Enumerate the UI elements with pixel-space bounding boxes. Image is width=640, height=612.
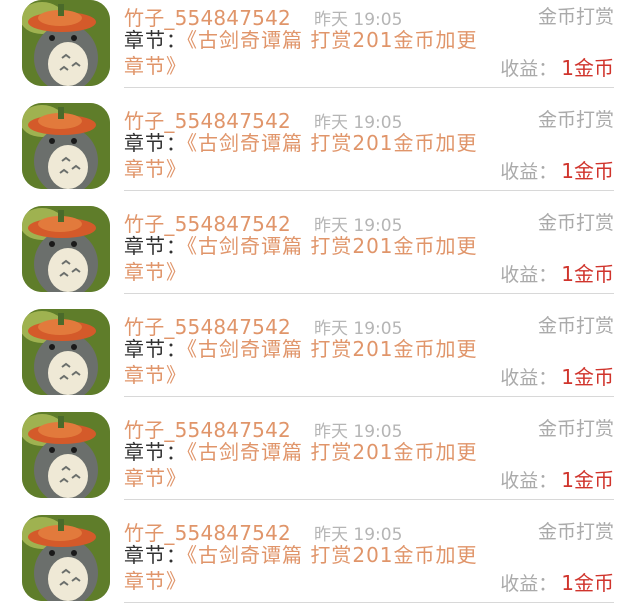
chapter-info: 章节：《古剑奇谭篇 打赏201金币加更章节》	[124, 439, 484, 491]
avatar[interactable]	[22, 515, 110, 601]
earnings-amount: 1金币	[561, 56, 614, 80]
earnings: 收益： 1金币	[500, 567, 614, 596]
totoro-figure-icon	[22, 0, 110, 86]
chapter-label: 章节：	[124, 337, 187, 361]
earnings-label: 收益：	[500, 58, 558, 80]
earnings-amount: 1金币	[561, 468, 614, 492]
totoro-figure-icon	[22, 412, 110, 498]
divider	[124, 499, 614, 500]
divider	[124, 87, 614, 88]
reward-type: 金币打赏	[537, 6, 614, 28]
chapter-info: 章节：《古剑奇谭篇 打赏201金币加更章节》	[124, 27, 484, 79]
earnings-label: 收益：	[500, 264, 558, 286]
reward-type: 金币打赏	[537, 315, 614, 337]
list-item[interactable]: 竹子_554847542 昨天 19:05 金币打赏 章节：《古剑奇谭篇 打赏2…	[0, 406, 640, 509]
chapter-label: 章节：	[124, 28, 187, 52]
earnings-label: 收益：	[500, 573, 558, 595]
earnings-label: 收益：	[500, 367, 558, 389]
totoro-figure-icon	[22, 206, 110, 292]
chapter-info: 章节：《古剑奇谭篇 打赏201金币加更章节》	[124, 233, 484, 285]
avatar[interactable]	[22, 412, 110, 498]
reward-type: 金币打赏	[537, 418, 614, 440]
divider	[124, 602, 614, 603]
list-item[interactable]: 竹子_554847542 昨天 19:05 金币打赏 章节：《古剑奇谭篇 打赏2…	[0, 509, 640, 612]
divider	[124, 396, 614, 397]
chapter-info: 章节：《古剑奇谭篇 打赏201金币加更章节》	[124, 130, 484, 182]
reward-type: 金币打赏	[537, 109, 614, 131]
avatar[interactable]	[22, 206, 110, 292]
chapter-info: 章节：《古剑奇谭篇 打赏201金币加更章节》	[124, 542, 484, 594]
earnings-amount: 1金币	[561, 159, 614, 183]
earnings: 收益： 1金币	[500, 464, 614, 493]
list-item[interactable]: 竹子_554847542 昨天 19:05 金币打赏 章节：《古剑奇谭篇 打赏2…	[0, 97, 640, 200]
totoro-figure-icon	[22, 103, 110, 189]
avatar[interactable]	[22, 103, 110, 189]
earnings: 收益： 1金币	[500, 155, 614, 184]
earnings: 收益： 1金币	[500, 52, 614, 81]
chapter-label: 章节：	[124, 234, 187, 258]
list-item[interactable]: 竹子_554847542 昨天 19:05 金币打赏 章节：《古剑奇谭篇 打赏2…	[0, 0, 640, 97]
earnings: 收益： 1金币	[500, 258, 614, 287]
avatar[interactable]	[22, 309, 110, 395]
earnings-amount: 1金币	[561, 365, 614, 389]
list-item[interactable]: 竹子_554847542 昨天 19:05 金币打赏 章节：《古剑奇谭篇 打赏2…	[0, 200, 640, 303]
reward-type: 金币打赏	[537, 212, 614, 234]
divider	[124, 190, 614, 191]
totoro-figure-icon	[22, 515, 110, 601]
earnings-label: 收益：	[500, 161, 558, 183]
avatar[interactable]	[22, 0, 110, 86]
earnings-amount: 1金币	[561, 262, 614, 286]
earnings-label: 收益：	[500, 470, 558, 492]
earnings-amount: 1金币	[561, 571, 614, 595]
earnings: 收益： 1金币	[500, 361, 614, 390]
divider	[124, 293, 614, 294]
reward-list: 竹子_554847542 昨天 19:05 金币打赏 章节：《古剑奇谭篇 打赏2…	[0, 0, 640, 612]
list-item[interactable]: 竹子_554847542 昨天 19:05 金币打赏 章节：《古剑奇谭篇 打赏2…	[0, 303, 640, 406]
chapter-label: 章节：	[124, 440, 187, 464]
chapter-label: 章节：	[124, 131, 187, 155]
reward-type: 金币打赏	[537, 521, 614, 543]
chapter-info: 章节：《古剑奇谭篇 打赏201金币加更章节》	[124, 336, 484, 388]
totoro-figure-icon	[22, 309, 110, 395]
chapter-label: 章节：	[124, 543, 187, 567]
